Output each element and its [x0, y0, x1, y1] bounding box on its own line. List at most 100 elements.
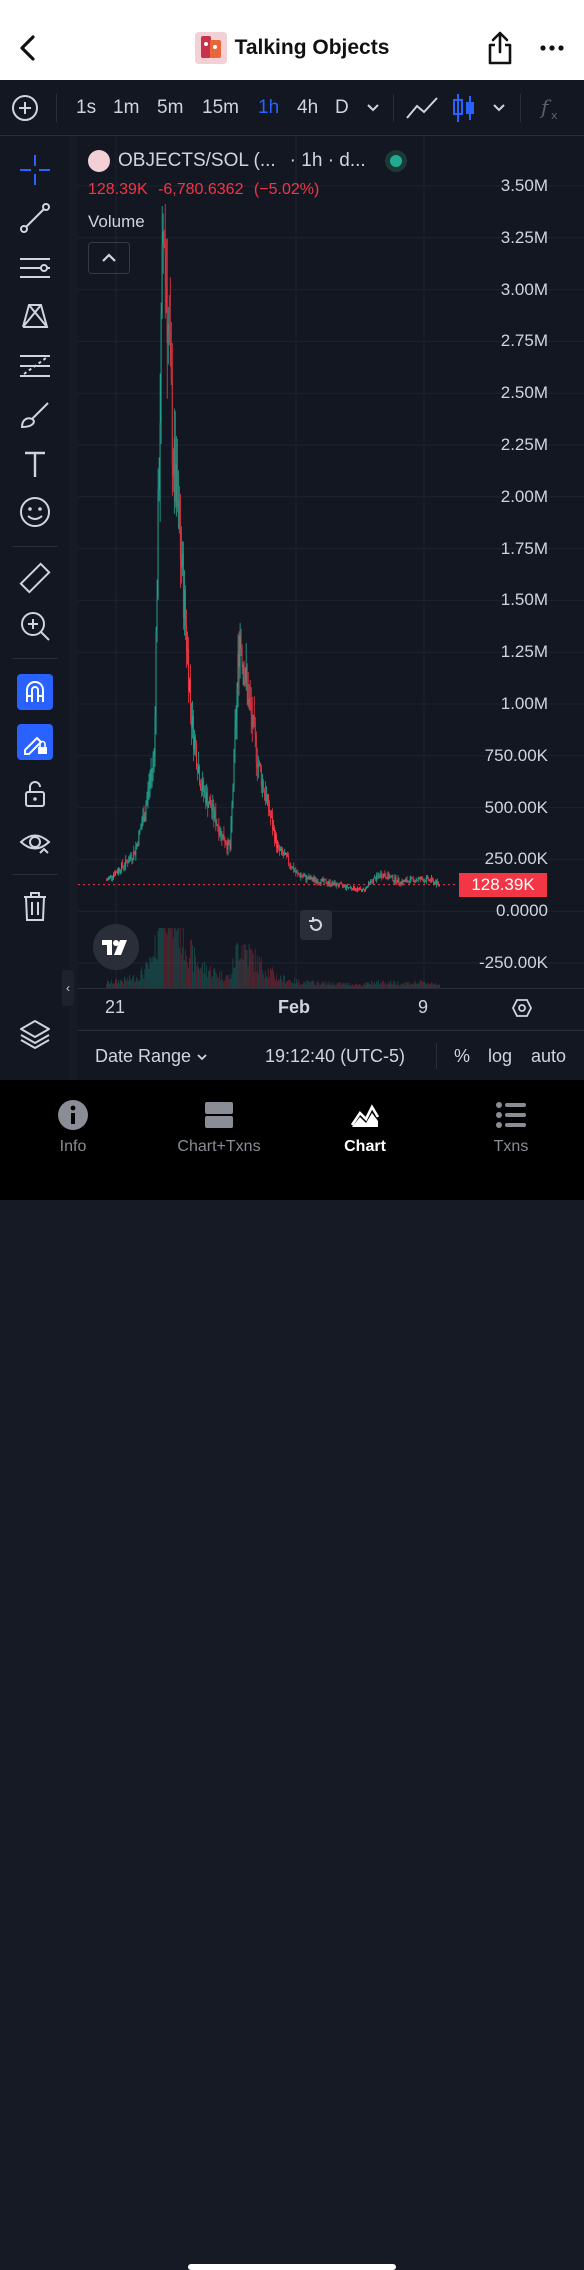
candle-body [252, 714, 254, 728]
candle-body [357, 888, 358, 891]
candle-body [380, 873, 382, 878]
volume-bar [164, 928, 166, 988]
interval-d[interactable]: D [335, 80, 349, 136]
chart-toolbar: 1s 1m 5m 15m 1h 4h D fx [0, 80, 584, 136]
chart-pane[interactable]: OBJECTS/SOL (... · 1h · d... 128.39K -6,… [78, 136, 584, 988]
unlock-icon[interactable] [17, 776, 53, 812]
fx-icon[interactable]: fx [538, 94, 564, 122]
volume-bar [208, 970, 210, 988]
y-tick-label: 1.75M [500, 538, 548, 558]
volume-bar [217, 977, 219, 988]
candle-body [164, 243, 166, 255]
line-chart-icon[interactable] [405, 94, 439, 122]
candle-body [291, 866, 293, 869]
candle-body [110, 875, 111, 877]
candle-body [358, 888, 359, 890]
fib-icon[interactable] [17, 348, 53, 384]
candle-body [390, 876, 392, 878]
collapse-legend-button[interactable] [88, 242, 130, 274]
candle-body [116, 871, 117, 873]
candle-body [286, 853, 287, 856]
add-indicator-icon[interactable] [11, 94, 39, 122]
symbol-legend[interactable]: OBJECTS/SOL (... · 1h · d... [88, 148, 402, 174]
date-range-button[interactable]: Date Range [95, 1031, 208, 1081]
brush-icon[interactable] [17, 398, 53, 434]
candle-body [289, 863, 291, 866]
volume-bar [165, 932, 167, 988]
log-toggle[interactable]: log [488, 1031, 512, 1081]
volume-bar [194, 947, 195, 988]
candle-body [268, 809, 270, 815]
toolbar-collapse-handle[interactable]: ‹ [62, 970, 74, 1006]
volume-bar [116, 978, 117, 988]
candle-body [366, 886, 367, 888]
tradingview-logo-icon[interactable] [93, 924, 139, 970]
candle-body [385, 876, 387, 878]
tab-chart[interactable]: Chart [292, 1098, 438, 1156]
x-tick-label: Feb [278, 997, 311, 1017]
candle-body [296, 872, 298, 874]
candles-icon[interactable] [452, 92, 476, 124]
candle-body [233, 748, 235, 787]
candle-body [157, 489, 159, 599]
more-icon[interactable] [540, 36, 564, 60]
trash-icon[interactable] [17, 888, 53, 924]
magnet-icon[interactable] [17, 674, 53, 710]
share-icon[interactable] [487, 30, 513, 66]
candle-body [413, 878, 415, 883]
candle-body [180, 558, 182, 567]
candle-body [138, 831, 140, 846]
tab-info[interactable]: Info [0, 1098, 146, 1156]
ruler-icon[interactable] [17, 560, 53, 596]
candle-body [210, 800, 212, 808]
volume-bar [298, 979, 300, 988]
lock-drawings-icon[interactable] [17, 724, 53, 760]
settings-icon[interactable] [511, 997, 533, 1019]
interval-1s[interactable]: 1s [76, 80, 96, 136]
volume-bar [371, 981, 372, 988]
crosshair-icon[interactable] [17, 152, 53, 188]
time-scale[interactable]: 21 Feb 9 [78, 988, 584, 1028]
volume-bar [233, 967, 235, 988]
volume-bar [310, 981, 312, 988]
interval-1h[interactable]: 1h [258, 80, 279, 136]
candle-body [198, 766, 199, 773]
candle-body [213, 803, 215, 818]
time-zone-button[interactable]: 19:12:40 (UTC-5) [265, 1031, 405, 1081]
text-icon[interactable] [17, 446, 53, 482]
tab-chart-txns[interactable]: Chart+Txns [146, 1098, 292, 1156]
pattern-icon[interactable] [17, 298, 53, 334]
horizontal-lines-icon[interactable] [17, 250, 53, 286]
candle-body [113, 874, 114, 878]
tab-txns[interactable]: Txns [438, 1098, 584, 1156]
interval-15m[interactable]: 15m [202, 80, 239, 136]
style-dropdown-icon[interactable] [492, 102, 506, 114]
eye-icon[interactable] [17, 824, 53, 860]
interval-dropdown-icon[interactable] [366, 102, 380, 114]
candle-body [148, 786, 150, 789]
toolbar-separator [12, 874, 58, 875]
zoom-in-icon[interactable] [17, 608, 53, 644]
layers-icon[interactable] [17, 1016, 53, 1052]
volume-bar [227, 975, 229, 988]
interval-5m[interactable]: 5m [157, 80, 183, 136]
volume-bar [256, 954, 258, 988]
candle-body [247, 683, 249, 707]
interval-4h[interactable]: 4h [297, 80, 318, 136]
interval-1m[interactable]: 1m [113, 80, 139, 136]
y-tick-label: 0.0000 [496, 901, 548, 921]
symbol-name: OBJECTS/SOL (... [118, 150, 276, 171]
reset-chart-button[interactable] [300, 910, 332, 940]
candle-body [348, 887, 350, 889]
auto-toggle[interactable]: auto [531, 1031, 566, 1081]
trendline-icon[interactable] [17, 200, 53, 236]
percent-toggle[interactable]: % [454, 1031, 470, 1081]
volume-legend[interactable]: Volume [88, 212, 145, 232]
candle-body [171, 380, 173, 466]
volume-bar [382, 980, 384, 988]
volume-bar [280, 975, 281, 988]
emoji-icon[interactable] [17, 494, 53, 530]
candle-body [324, 879, 326, 881]
candle-body [111, 875, 112, 878]
candle-body [240, 636, 242, 650]
